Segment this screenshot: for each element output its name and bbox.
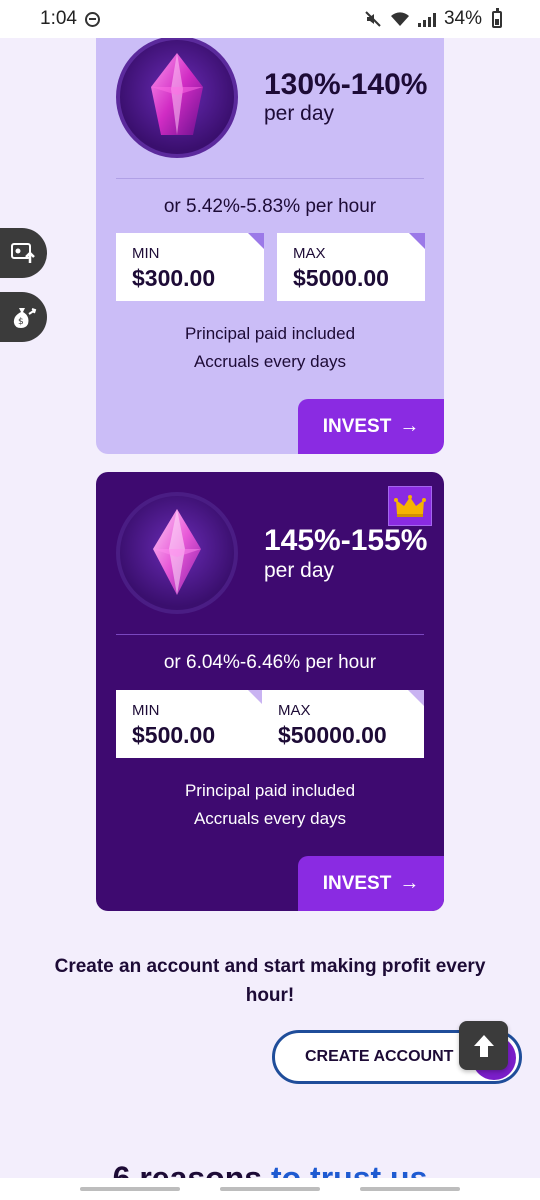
plan-2-info-accruals: Accruals every days bbox=[193, 809, 347, 828]
arrow-right-icon: → bbox=[399, 415, 420, 437]
plan-2-max-label: MAX bbox=[278, 702, 311, 719]
nav-recents-button[interactable] bbox=[80, 1187, 180, 1191]
plan-2-invest-button[interactable]: INVEST → bbox=[298, 856, 444, 911]
plan-1-min-value: $300.00 bbox=[132, 265, 216, 291]
status-left: 1:04 bbox=[40, 8, 100, 30]
do-not-disturb-icon bbox=[84, 11, 100, 27]
plan-1-invest-label: INVEST bbox=[322, 415, 392, 437]
plan-2-max-value: $50000.00 bbox=[278, 722, 387, 748]
plan-1-hourly-rate: or 5.42%-5.83% per hour bbox=[163, 196, 377, 217]
cta-text: Create an account and start making profi… bbox=[54, 956, 486, 1006]
plan-1-rate: 130%-140% bbox=[264, 68, 428, 101]
pink-crystal-icon bbox=[151, 53, 203, 135]
plan-2-gem-badge bbox=[116, 492, 238, 614]
system-nav-bar bbox=[0, 1178, 540, 1200]
plan-1-max-label: MAX bbox=[293, 245, 326, 262]
plan-2-max-box: MAX $50000.00 bbox=[262, 690, 424, 758]
plan-2-info-principal: Principal paid included bbox=[184, 781, 356, 800]
plan-2-period: per day bbox=[264, 559, 335, 582]
arrow-up-icon bbox=[473, 1034, 494, 1057]
plan-2-rate: 145%-155% bbox=[264, 524, 428, 557]
plan-1-invest-button[interactable]: INVEST → bbox=[298, 399, 444, 454]
crown-badge bbox=[388, 486, 432, 526]
plan-1-max-value: $5000.00 bbox=[293, 265, 389, 291]
deposit-side-button[interactable] bbox=[0, 228, 47, 278]
plan-2-hourly-rate: or 6.04%-6.46% per hour bbox=[163, 652, 377, 673]
plan-1-min-box: MIN $300.00 bbox=[116, 233, 264, 301]
plan-card-1: 130%-140% per day or 5.42%-5.83% per hou… bbox=[96, 38, 444, 454]
battery-percent: 34% bbox=[443, 8, 482, 29]
signal-icon bbox=[417, 12, 436, 27]
plan-1-period: per day bbox=[264, 102, 335, 125]
withdraw-side-button[interactable]: $ bbox=[0, 292, 47, 342]
plan-2-min-value: $500.00 bbox=[132, 722, 216, 748]
status-right: 34% bbox=[364, 7, 502, 30]
plan-1-divider bbox=[116, 178, 424, 179]
crown-icon bbox=[394, 495, 426, 517]
status-time: 1:04 bbox=[40, 8, 77, 29]
plan-2-min-box: MIN $500.00 bbox=[116, 690, 264, 758]
deposit-icon bbox=[10, 243, 35, 263]
money-bag-icon: $ bbox=[13, 308, 36, 328]
plan-2-invest-label: INVEST bbox=[322, 872, 392, 894]
plan-2-divider bbox=[116, 634, 424, 635]
plan-card-2: 145%-155% per day or 6.04%-6.46% per hou… bbox=[96, 472, 444, 911]
status-bar: 1:04 34% bbox=[0, 0, 540, 38]
nav-back-button[interactable] bbox=[360, 1187, 460, 1191]
plan-1-max-box: MAX $5000.00 bbox=[277, 233, 425, 301]
plan-1-min-label: MIN bbox=[132, 245, 160, 262]
svg-text:$: $ bbox=[18, 317, 24, 327]
pink-crystal-icon bbox=[153, 509, 201, 595]
scroll-to-top-button[interactable] bbox=[459, 1021, 508, 1070]
nav-home-button[interactable] bbox=[220, 1187, 320, 1191]
wifi-icon bbox=[390, 12, 409, 26]
mute-icon bbox=[365, 11, 381, 27]
arrow-right-icon: → bbox=[399, 872, 420, 894]
plan-1-info-accruals: Accruals every days bbox=[193, 352, 347, 371]
plan-2-min-label: MIN bbox=[132, 702, 160, 719]
battery-icon bbox=[492, 7, 502, 28]
plan-1-gem-badge bbox=[116, 38, 238, 158]
plan-1-info-principal: Principal paid included bbox=[184, 324, 356, 343]
